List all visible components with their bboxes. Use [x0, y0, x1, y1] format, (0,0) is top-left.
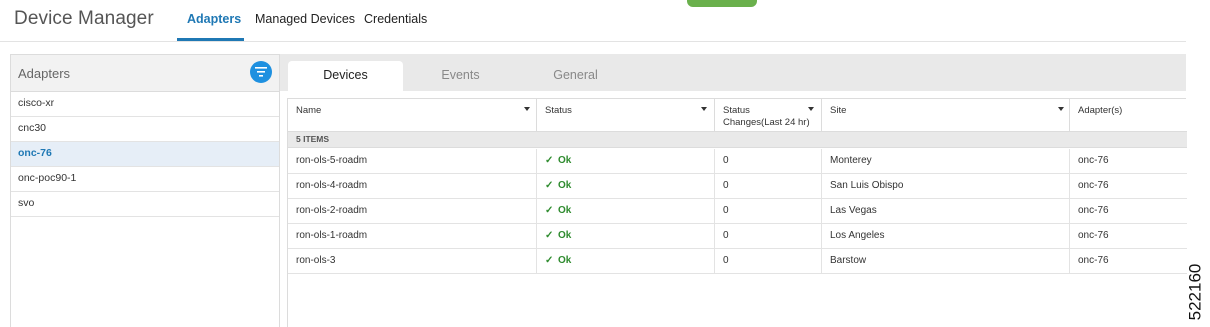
cell-adapter: onc-76 [1078, 255, 1109, 266]
status-text: Ok [558, 255, 572, 266]
cell-status-changes: 0 [715, 249, 822, 274]
column-header-status[interactable]: Status [537, 99, 715, 132]
cell-status: ✓ Ok [537, 224, 715, 249]
cell-status: ✓ Ok [537, 249, 715, 274]
column-label-name: Name [296, 105, 322, 116]
checkmark-icon: ✓ [545, 180, 554, 191]
cell-site: Monterey [822, 149, 1070, 174]
table-row[interactable]: ron-ols-2-roadm ✓ Ok 0 Las Vegas onc-76 [288, 199, 1187, 224]
checkmark-icon: ✓ [545, 255, 554, 266]
cell-site: Las Vegas [822, 199, 1070, 224]
cell-adapter: onc-76 [1078, 180, 1109, 191]
grid-header: Name Status Status Changes(Last 24 hr) S… [288, 99, 1187, 132]
cell-status-changes: 0 [715, 149, 822, 174]
column-label-adapters: Adapter(s) [1078, 105, 1123, 116]
cell-adapter: onc-76 [1078, 230, 1109, 241]
caret-down-icon[interactable] [701, 107, 707, 111]
table-row[interactable]: ron-ols-1-roadm ✓ Ok 0 Los Angeles onc-76 [288, 224, 1187, 249]
adapters-panel-title: Adapters [18, 66, 71, 81]
column-header-name[interactable]: Name [288, 99, 537, 132]
tab-managed-devices[interactable]: Managed Devices [255, 12, 355, 26]
caret-down-icon[interactable] [1058, 107, 1064, 111]
app-title: Device Manager [14, 8, 154, 29]
caret-down-icon[interactable] [524, 107, 530, 111]
adapter-detail-panel: Devices Events General Name Status Statu… [280, 54, 1187, 327]
adapter-item-cisco-xr[interactable]: cisco-xr [11, 92, 279, 117]
active-tab-indicator [177, 38, 244, 41]
tab-credentials[interactable]: Credentials [364, 12, 427, 26]
item-count-bar: 5 ITEMS [288, 132, 1187, 148]
column-label-status: Status [545, 105, 572, 116]
tab-events[interactable]: Events [403, 61, 518, 91]
status-text: Ok [558, 180, 572, 191]
tab-general[interactable]: General [518, 61, 633, 91]
caret-down-icon[interactable] [808, 107, 814, 111]
adapter-list: cisco-xr cnc30 onc-76 onc-poc90-1 svo [11, 92, 279, 217]
checkmark-icon: ✓ [545, 155, 554, 166]
filter-icon [255, 67, 267, 77]
column-header-adapters[interactable]: Adapter(s) [1070, 99, 1187, 132]
cell-name: ron-ols-2-roadm [288, 199, 537, 224]
adapter-item-onc-poc90-1[interactable]: onc-poc90-1 [11, 167, 279, 192]
figure-id-text: 522160 [1185, 263, 1205, 321]
adapter-item-svo[interactable]: svo [11, 192, 279, 217]
cell-site: San Luis Obispo [822, 174, 1070, 199]
cell-name: ron-ols-4-roadm [288, 174, 537, 199]
tab-adapters[interactable]: Adapters [187, 12, 241, 26]
checkmark-icon: ✓ [545, 230, 554, 241]
column-header-site[interactable]: Site [822, 99, 1070, 132]
filter-button[interactable] [250, 61, 272, 83]
devices-grid: Name Status Status Changes(Last 24 hr) S… [287, 98, 1187, 327]
cell-name: ron-ols-5-roadm [288, 149, 537, 174]
cell-status-changes: 0 [715, 199, 822, 224]
status-text: Ok [558, 205, 572, 216]
cell-status-changes: 0 [715, 174, 822, 199]
figure-id: 522160 [1185, 258, 1210, 326]
adapter-item-onc-76[interactable]: onc-76 [11, 142, 279, 167]
cell-site: Barstow [822, 249, 1070, 274]
tab-devices[interactable]: Devices [288, 61, 403, 91]
cell-name: ron-ols-3 [288, 249, 537, 274]
cell-status: ✓ Ok [537, 199, 715, 224]
status-text: Ok [558, 230, 572, 241]
action-button[interactable] [687, 0, 757, 7]
cell-status: ✓ Ok [537, 149, 715, 174]
column-label-status-changes: Status Changes(Last 24 hr) [723, 105, 810, 128]
cell-status: ✓ Ok [537, 174, 715, 199]
table-row[interactable]: ron-ols-3 ✓ Ok 0 Barstow onc-76 [288, 249, 1187, 274]
adapters-panel-header: Adapters [11, 55, 279, 92]
cell-adapter: onc-76 [1078, 205, 1109, 216]
cell-site: Los Angeles [822, 224, 1070, 249]
app-header: Device Manager Adapters Managed Devices … [0, 0, 1186, 42]
cell-name: ron-ols-1-roadm [288, 224, 537, 249]
column-label-site: Site [830, 105, 847, 116]
checkmark-icon: ✓ [545, 205, 554, 216]
cell-status-changes: 0 [715, 224, 822, 249]
status-text: Ok [558, 155, 572, 166]
cell-adapter: onc-76 [1078, 155, 1109, 166]
detail-tabbar: Devices Events General [280, 54, 1186, 91]
adapter-item-cnc30[interactable]: cnc30 [11, 117, 279, 142]
column-header-status-changes[interactable]: Status Changes(Last 24 hr) [715, 99, 822, 132]
table-row[interactable]: ron-ols-5-roadm ✓ Ok 0 Monterey onc-76 [288, 149, 1187, 174]
table-row[interactable]: ron-ols-4-roadm ✓ Ok 0 San Luis Obispo on… [288, 174, 1187, 199]
adapters-panel: Adapters cisco-xr cnc30 onc-76 onc-poc90… [10, 54, 280, 327]
